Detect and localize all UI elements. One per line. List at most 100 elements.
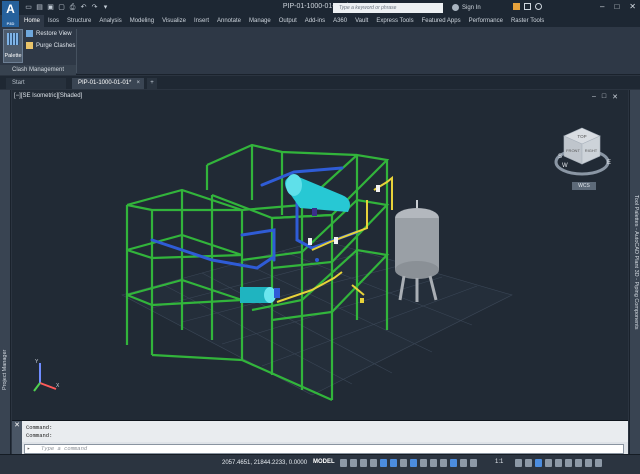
project-manager-label: Project Manager	[2, 349, 8, 390]
infer-icon[interactable]	[360, 459, 367, 467]
object-snap-icon[interactable]	[410, 459, 417, 467]
tab-structure[interactable]: Structure	[63, 15, 95, 27]
search-input[interactable]: Type a keyword or phrase	[333, 3, 443, 13]
annotation-visibility-icon[interactable]	[470, 459, 477, 467]
command-history-line: Command:	[26, 432, 53, 439]
transparency-icon[interactable]	[440, 459, 447, 467]
tab-home[interactable]: Home	[20, 15, 45, 27]
status-toggles	[340, 459, 477, 467]
tab-raster-tools[interactable]: Raster Tools	[507, 15, 548, 27]
restore-view-button[interactable]: Restore View	[26, 29, 72, 38]
ribbon-tabs: Home Isos Structure Analysis Modeling Vi…	[20, 15, 640, 27]
close-tab-icon[interactable]: ×	[136, 78, 140, 89]
tab-insert[interactable]: Insert	[190, 15, 213, 27]
tab-manage[interactable]: Manage	[245, 15, 275, 27]
title-icons	[513, 3, 542, 10]
palette-icon	[7, 33, 19, 45]
quick-properties-icon[interactable]	[545, 459, 552, 467]
ortho-icon[interactable]	[380, 459, 387, 467]
polar-icon[interactable]	[390, 459, 397, 467]
command-line: Command: Command: ✕ ▸ Type a command	[12, 420, 628, 455]
purge-clashes-button[interactable]: Purge Clashes	[26, 41, 75, 50]
tab-performance[interactable]: Performance	[465, 15, 507, 27]
viewcube[interactable]: TOP RIGHT FRONT E S W	[552, 120, 612, 190]
tab-isos[interactable]: Isos	[44, 15, 63, 27]
workspace-icon[interactable]	[515, 459, 522, 467]
isodraft-icon[interactable]	[400, 459, 407, 467]
store-icon[interactable]	[513, 3, 520, 10]
tab-visualize[interactable]: Visualize	[158, 15, 190, 27]
tab-modeling[interactable]: Modeling	[126, 15, 158, 27]
tab-analysis[interactable]: Analysis	[95, 15, 125, 27]
tool-palettes[interactable]: Tool Palettes - AutoCAD Plant 3D - Pipin…	[629, 90, 640, 454]
viewcube-top-face[interactable]: TOP	[577, 134, 586, 139]
viewport-close-button[interactable]: ✕	[612, 93, 618, 101]
close-button[interactable]: ✕	[629, 2, 636, 11]
ucs-y-label: Y	[35, 359, 39, 365]
panel-title: Clash Management	[0, 65, 76, 75]
viewport-minimize-button[interactable]: –	[592, 93, 596, 101]
grid-icon[interactable]	[340, 459, 347, 467]
3d-osnap-icon[interactable]	[420, 459, 427, 467]
minimize-button[interactable]: –	[600, 2, 604, 11]
status-right-icons	[515, 459, 602, 467]
sign-in-button[interactable]: Sign In	[452, 3, 510, 13]
clean-screen-icon[interactable]	[585, 459, 592, 467]
window-controls: – □ ✕	[600, 2, 636, 11]
tab-a360[interactable]: A360	[329, 15, 351, 27]
tab-vault[interactable]: Vault	[351, 15, 372, 27]
tab-current-file[interactable]: PIP-01-1000-01-01* ×	[72, 78, 144, 89]
snap-icon[interactable]	[350, 459, 357, 467]
app-logo-sub: P3D	[6, 21, 15, 26]
app-logo-letter: A	[6, 2, 15, 16]
compass-south[interactable]: S	[558, 154, 562, 160]
wcs-menu[interactable]: WCS	[572, 182, 596, 190]
gizmo-icon[interactable]	[460, 459, 467, 467]
tab-featured-apps[interactable]: Featured Apps	[418, 15, 465, 27]
help-icon[interactable]	[535, 3, 542, 10]
maximize-button[interactable]: □	[614, 2, 619, 11]
viewport-maximize-button[interactable]: □	[602, 93, 606, 101]
command-line-close-icon[interactable]: ✕	[12, 421, 22, 455]
isolate-objects-icon[interactable]	[565, 459, 572, 467]
customization-menu-icon[interactable]	[595, 459, 602, 467]
palette-label: Palette	[4, 53, 22, 59]
units-icon[interactable]	[535, 459, 542, 467]
document-title: PIP-01-1000-01-01.dwg	[282, 3, 358, 10]
command-prompt-icon: ▸	[27, 445, 31, 452]
hardware-acceleration-icon[interactable]	[575, 459, 582, 467]
tab-output[interactable]: Output	[275, 15, 301, 27]
drawing-viewport[interactable]: [−][SE Isometric][Shaded] – □ ✕ TOP RIGH…	[12, 90, 628, 420]
annotation-scale[interactable]: 1:1	[495, 459, 503, 465]
project-manager-palette[interactable]: Project Manager	[0, 90, 11, 454]
annotation-monitor-icon[interactable]	[525, 459, 532, 467]
tab-add-ins[interactable]: Add-ins	[301, 15, 329, 27]
viewcube-right-face[interactable]: RIGHT	[585, 148, 598, 153]
model-space-button[interactable]: MODEL	[313, 459, 335, 465]
command-history-line: Command:	[26, 424, 53, 431]
viewport-controls[interactable]: [−][SE Isometric][Shaded]	[14, 93, 82, 99]
restore-view-icon	[26, 30, 33, 37]
compass-east[interactable]: E	[607, 160, 611, 166]
dynamic-input-icon[interactable]	[370, 459, 377, 467]
compass-west[interactable]: W	[562, 163, 568, 169]
tab-annotate[interactable]: Annotate	[213, 15, 245, 27]
app-menu-button[interactable]: A P3D	[2, 1, 19, 27]
tab-express-tools[interactable]: Express Tools	[372, 15, 417, 27]
lineweight-icon[interactable]	[430, 459, 437, 467]
horizontal-drum	[285, 174, 350, 216]
exchange-icon[interactable]	[524, 3, 531, 10]
lock-ui-icon[interactable]	[555, 459, 562, 467]
purge-clashes-icon	[26, 42, 33, 49]
command-input[interactable]: ▸ Type a command	[24, 444, 624, 454]
palette-button[interactable]: Palette	[3, 29, 23, 63]
tab-start[interactable]: Start	[6, 78, 66, 89]
new-tab-button[interactable]: +	[147, 78, 157, 89]
model-scene	[121, 143, 513, 402]
title-bar: ▭ ▤ ▣ ▢ ⎙ ↶ ↷ ▾ PIP-01-1000-01-01.dwg Ty…	[0, 0, 640, 15]
viewcube-front-face[interactable]: FRONT	[566, 148, 580, 153]
app-window: ▭ ▤ ▣ ▢ ⎙ ↶ ↷ ▾ PIP-01-1000-01-01.dwg Ty…	[0, 0, 640, 474]
coordinate-readout[interactable]: 2057.4651, 21844.2233, 0.0000	[222, 460, 307, 466]
status-bar: 2057.4651, 21844.2233, 0.0000 MODEL 1:1	[0, 454, 640, 474]
selection-cycling-icon[interactable]	[450, 459, 457, 467]
